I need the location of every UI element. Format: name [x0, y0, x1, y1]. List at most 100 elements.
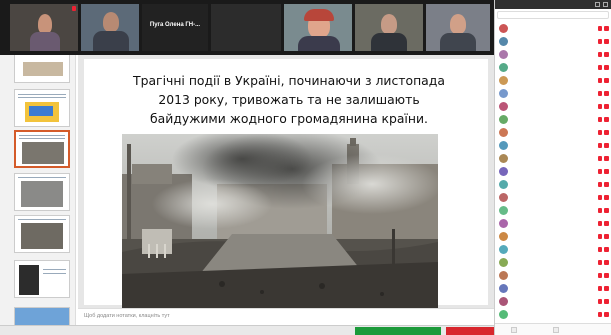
- mic-muted-icon[interactable]: [598, 312, 602, 317]
- participant-row[interactable]: [495, 100, 611, 113]
- camera-off-icon[interactable]: [604, 182, 609, 187]
- camera-off-icon[interactable]: [604, 273, 609, 278]
- participant-row[interactable]: [495, 295, 611, 308]
- mic-muted-icon[interactable]: [598, 247, 602, 252]
- mic-muted-icon[interactable]: [598, 208, 602, 213]
- camera-off-icon[interactable]: [604, 208, 609, 213]
- camera-off-icon[interactable]: [604, 130, 609, 135]
- participant-row[interactable]: [495, 126, 611, 139]
- slide-thumbnail[interactable]: [14, 173, 70, 211]
- participant-row[interactable]: [495, 191, 611, 204]
- participant-row[interactable]: [495, 113, 611, 126]
- participant-row[interactable]: [495, 204, 611, 217]
- mic-muted-icon[interactable]: [598, 182, 602, 187]
- participant-row[interactable]: [495, 35, 611, 48]
- slide-thumbnail[interactable]: [14, 260, 70, 298]
- mic-muted-icon[interactable]: [598, 286, 602, 291]
- slide-thumbnail-selected[interactable]: [14, 130, 70, 168]
- mic-muted-icon[interactable]: [598, 117, 602, 122]
- slide-thumbnail[interactable]: [14, 89, 70, 127]
- invite-button[interactable]: [511, 327, 517, 333]
- participant-row[interactable]: [495, 74, 611, 87]
- video-tile-name-only[interactable]: Пуга Олена ГН-...: [142, 4, 208, 51]
- participant-row[interactable]: [495, 256, 611, 269]
- camera-off-icon[interactable]: [604, 156, 609, 161]
- camera-off-icon[interactable]: [604, 91, 609, 96]
- mic-muted-icon[interactable]: [598, 39, 602, 44]
- camera-off-icon[interactable]: [604, 312, 609, 317]
- slide-editor[interactable]: Трагічні події в Україні, починаючи з ли…: [78, 55, 494, 309]
- participant-row[interactable]: [495, 217, 611, 230]
- video-tile[interactable]: [355, 4, 423, 51]
- notes-bar[interactable]: Щоб додати нотатки, клацніть тут: [78, 308, 494, 325]
- video-tile[interactable]: [81, 4, 139, 51]
- camera-off-icon[interactable]: [604, 169, 609, 174]
- mic-muted-icon[interactable]: [598, 234, 602, 239]
- mic-muted-icon[interactable]: [598, 91, 602, 96]
- stop-share-button[interactable]: [446, 327, 500, 335]
- mic-muted-icon[interactable]: [598, 169, 602, 174]
- mic-muted-icon[interactable]: [598, 299, 602, 304]
- camera-off-icon[interactable]: [604, 117, 609, 122]
- video-tile[interactable]: [10, 4, 78, 51]
- participant-row[interactable]: [495, 178, 611, 191]
- camera-off-icon[interactable]: [604, 39, 609, 44]
- participant-avatar: [499, 115, 508, 124]
- close-icon[interactable]: [603, 2, 608, 7]
- participant-row[interactable]: [495, 152, 611, 165]
- slide-thumbnail[interactable]: [14, 307, 70, 325]
- current-slide[interactable]: Трагічні події в Україні, починаючи з ли…: [84, 59, 488, 309]
- participant-avatar: [499, 167, 508, 176]
- participant-row[interactable]: [495, 243, 611, 256]
- slide-thumbnails-panel[interactable]: [0, 55, 76, 325]
- camera-off-icon[interactable]: [604, 65, 609, 70]
- popout-icon[interactable]: [595, 2, 600, 7]
- participant-row[interactable]: [495, 48, 611, 61]
- camera-off-icon[interactable]: [604, 195, 609, 200]
- camera-off-icon[interactable]: [604, 247, 609, 252]
- participant-row[interactable]: [495, 308, 611, 321]
- mic-muted-icon[interactable]: [598, 273, 602, 278]
- camera-off-icon[interactable]: [604, 299, 609, 304]
- mic-muted-icon[interactable]: [598, 130, 602, 135]
- participant-row[interactable]: [495, 269, 611, 282]
- mic-muted-icon[interactable]: [598, 260, 602, 265]
- mic-muted-icon[interactable]: [598, 26, 602, 31]
- mic-muted-icon[interactable]: [598, 104, 602, 109]
- participant-row[interactable]: [495, 87, 611, 100]
- camera-off-icon[interactable]: [604, 286, 609, 291]
- participant-avatar: [499, 297, 508, 306]
- slide-thumbnail[interactable]: [14, 215, 70, 253]
- participant-row[interactable]: [495, 22, 611, 35]
- mute-all-button[interactable]: [553, 327, 559, 333]
- video-tile[interactable]: [284, 4, 352, 51]
- screen-share-indicator[interactable]: [355, 327, 441, 335]
- mic-muted-icon[interactable]: [598, 65, 602, 70]
- video-tile[interactable]: [426, 4, 490, 51]
- participant-avatar: [499, 193, 508, 202]
- participant-row[interactable]: [495, 282, 611, 295]
- camera-off-icon[interactable]: [604, 104, 609, 109]
- participant-row[interactable]: [495, 230, 611, 243]
- mic-muted-icon[interactable]: [598, 195, 602, 200]
- participant-row[interactable]: [495, 61, 611, 74]
- participant-row[interactable]: [495, 139, 611, 152]
- participant-row[interactable]: [495, 165, 611, 178]
- camera-off-icon[interactable]: [604, 78, 609, 83]
- video-tile[interactable]: [211, 4, 281, 51]
- slide-photo: [122, 134, 438, 309]
- slide-thumbnail[interactable]: [14, 55, 70, 83]
- mic-muted-icon[interactable]: [598, 221, 602, 226]
- camera-off-icon[interactable]: [604, 234, 609, 239]
- mic-muted-icon[interactable]: [598, 143, 602, 148]
- mic-muted-icon[interactable]: [598, 156, 602, 161]
- participants-search-input[interactable]: [497, 11, 609, 19]
- camera-off-icon[interactable]: [604, 221, 609, 226]
- camera-off-icon[interactable]: [604, 260, 609, 265]
- participants-header: [495, 0, 611, 9]
- camera-off-icon[interactable]: [604, 26, 609, 31]
- mic-muted-icon[interactable]: [598, 78, 602, 83]
- mic-muted-icon[interactable]: [598, 52, 602, 57]
- camera-off-icon[interactable]: [604, 143, 609, 148]
- camera-off-icon[interactable]: [604, 52, 609, 57]
